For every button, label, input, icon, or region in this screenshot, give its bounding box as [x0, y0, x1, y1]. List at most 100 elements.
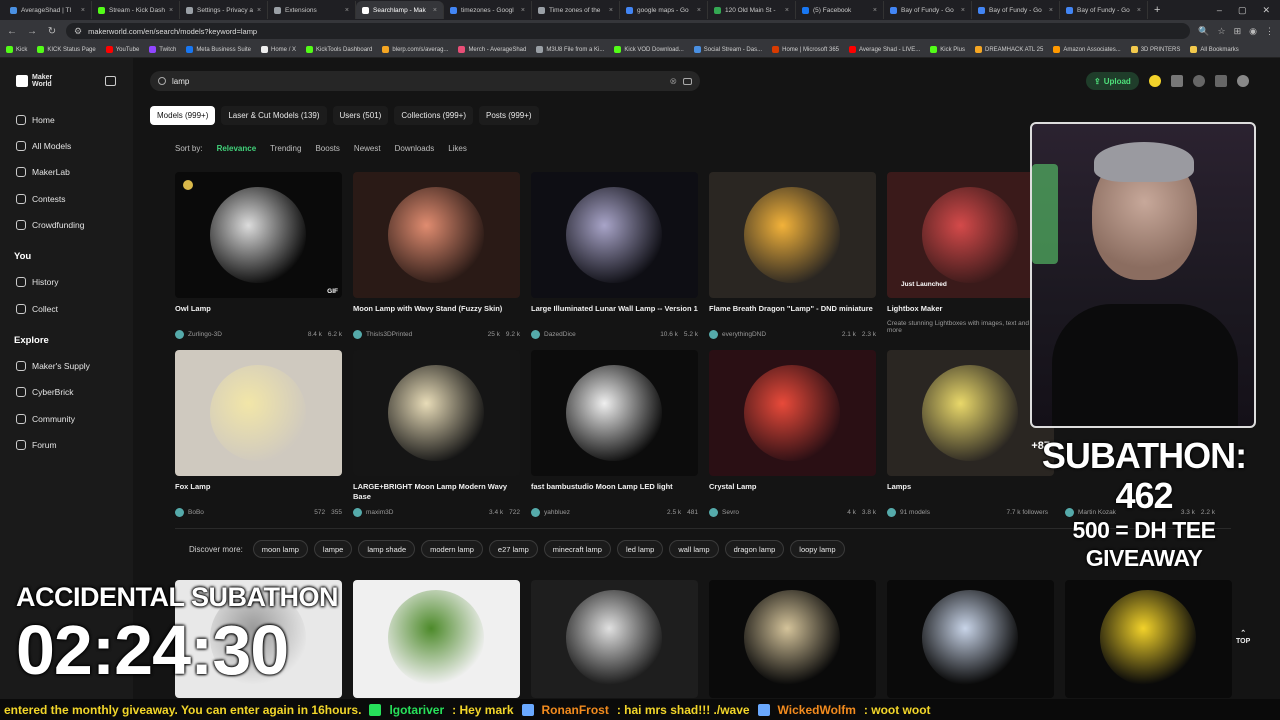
search-bar[interactable]: lamp ⊗	[150, 71, 700, 91]
close-tab-icon[interactable]: ×	[257, 7, 261, 14]
search-input[interactable]: lamp	[172, 77, 189, 86]
author-name[interactable]: Zurlingo-3D	[188, 331, 222, 338]
bookmark-item[interactable]: Merch - AverageShad	[458, 46, 526, 53]
sort-relevance[interactable]: Relevance	[217, 144, 257, 153]
points-icon[interactable]	[1148, 75, 1161, 87]
search-suggestion-chip[interactable]: led lamp	[616, 540, 664, 558]
notifications-icon[interactable]	[1214, 75, 1227, 87]
author-name[interactable]: DazedDice	[544, 331, 576, 338]
close-tab-icon[interactable]: ×	[1049, 7, 1053, 14]
model-card[interactable]: LARGE+BRIGHT Moon Lamp Modern Wavy Base m…	[353, 350, 520, 517]
model-title[interactable]: Owl Lamp	[175, 304, 342, 324]
model-title[interactable]: Crystal Lamp	[709, 482, 876, 502]
bookmark-item[interactable]: Kick VOD Download...	[614, 46, 684, 53]
model-card[interactable]: Just Launched Lightbox Maker Create stunni…	[887, 172, 1054, 334]
makerworld-logo[interactable]: Maker World	[16, 74, 52, 88]
model-card[interactable]: GIF Owl Lamp Zurlingo-3D 8.4 k 6.2 k	[175, 172, 342, 339]
model-thumbnail[interactable]	[709, 172, 876, 298]
search-suggestion-chip[interactable]: lamp shade	[358, 540, 416, 558]
author-name[interactable]: Sevro	[722, 509, 739, 516]
tab-collections[interactable]: Collections (999+)	[394, 106, 474, 125]
globe-icon[interactable]	[1192, 75, 1205, 87]
browser-tab[interactable]: Searchlamp - Mak ×	[356, 1, 444, 19]
model-card[interactable]: fast bambustudio Moon Lamp LED light yahb…	[531, 350, 698, 517]
back-icon[interactable]: ←	[6, 26, 18, 37]
sidebar-item-community[interactable]: Community	[16, 414, 75, 424]
avatar[interactable]	[1236, 75, 1249, 87]
close-tab-icon[interactable]: ×	[961, 7, 965, 14]
author-name[interactable]: Create stunning Lightboxes with images, …	[887, 320, 1044, 334]
sidebar-item-collect[interactable]: Collect	[16, 304, 58, 314]
model-thumbnail[interactable]: Just Launched	[887, 172, 1054, 298]
author-name[interactable]: BoBo	[188, 509, 204, 516]
bookmark-star-icon[interactable]: ☆	[1218, 26, 1226, 37]
sort-likes[interactable]: Likes	[448, 144, 467, 153]
minimize-icon[interactable]: –	[1217, 5, 1222, 16]
bookmark-item[interactable]: KICK Status Page	[37, 46, 96, 53]
close-tab-icon[interactable]: ×	[169, 7, 173, 14]
model-thumbnail[interactable]	[709, 580, 876, 698]
model-thumbnail[interactable]	[353, 172, 520, 298]
sidebar-item-forum[interactable]: Forum	[16, 440, 57, 450]
url-field[interactable]: ⚙ makerworld.com/en/search/models?keywor…	[66, 23, 1191, 39]
model-thumbnail[interactable]	[175, 350, 342, 476]
browser-tab[interactable]: Time zones of the ×	[532, 1, 620, 19]
model-title[interactable]: fast bambustudio Moon Lamp LED light	[531, 482, 698, 502]
clear-search-icon[interactable]: ⊗	[669, 76, 677, 87]
sidebar-item-contests[interactable]: Contests	[16, 194, 66, 204]
sidebar-item-makerlab[interactable]: MakerLab	[16, 167, 70, 177]
close-tab-icon[interactable]: ×	[785, 7, 789, 14]
author-name[interactable]: ThisIs3DPrinted	[366, 331, 412, 338]
model-thumbnail[interactable]	[531, 172, 698, 298]
tab-models[interactable]: Models (999+)	[150, 106, 216, 125]
close-tab-icon[interactable]: ×	[697, 7, 701, 14]
tab-users[interactable]: Users (501)	[332, 106, 389, 125]
browser-tab[interactable]: Settings - Privacy a ×	[180, 1, 268, 19]
model-thumbnail[interactable]	[531, 350, 698, 476]
bookmark-item[interactable]: DREAMHACK ATL 25	[974, 46, 1043, 53]
sidebar-item-all-models[interactable]: All Models	[16, 141, 71, 151]
model-thumbnail[interactable]: GIF	[175, 172, 342, 298]
bookmark-item[interactable]: All Bookmarks	[1190, 46, 1239, 53]
sort-boosts[interactable]: Boosts	[315, 144, 339, 153]
close-tab-icon[interactable]: ×	[345, 7, 349, 14]
search-suggestion-chip[interactable]: dragon lamp	[724, 540, 785, 558]
browser-tab[interactable]: AverageShad | TI ×	[4, 1, 92, 19]
model-thumbnail[interactable]	[531, 580, 698, 698]
reload-icon[interactable]: ↻	[46, 26, 58, 37]
model-thumbnail[interactable]	[887, 580, 1054, 698]
search-suggestion-chip[interactable]: lampe	[313, 540, 353, 558]
model-thumbnail[interactable]	[1065, 580, 1232, 698]
browser-tab[interactable]: (5) Facebook ×	[796, 1, 884, 19]
upload-button[interactable]: ⇪ Upload	[1086, 72, 1139, 90]
menu-icon[interactable]: ⋮	[1265, 26, 1274, 37]
close-tab-icon[interactable]: ×	[521, 7, 525, 14]
bookmark-item[interactable]: Twitch	[149, 46, 176, 53]
search-suggestion-chip[interactable]: loopy lamp	[790, 540, 845, 558]
close-tab-icon[interactable]: ×	[81, 7, 85, 14]
bookmark-item[interactable]: Social Stream - Das...	[693, 46, 762, 53]
bookmark-item[interactable]: M3U8 File from a Ki...	[536, 46, 604, 53]
model-thumbnail[interactable]	[353, 580, 520, 698]
model-thumbnail[interactable]	[709, 350, 876, 476]
sidebar-item-home[interactable]: Home	[16, 115, 55, 125]
close-tab-icon[interactable]: ×	[1137, 7, 1141, 14]
bookmark-item[interactable]: Home | Microsoft 365	[772, 46, 839, 53]
sort-downloads[interactable]: Downloads	[395, 144, 435, 153]
author-name[interactable]: yahbluez	[544, 509, 570, 516]
browser-tab[interactable]: google maps - Go ×	[620, 1, 708, 19]
back-to-top-button[interactable]: ⌃ TOP	[1236, 630, 1250, 646]
search-suggestion-chip[interactable]: wall lamp	[669, 540, 719, 558]
sort-newest[interactable]: Newest	[354, 144, 381, 153]
browser-tab[interactable]: Bay of Fundy - Go ×	[972, 1, 1060, 19]
model-card[interactable]: Moon Lamp with Wavy Stand (Fuzzy Skin) Th…	[353, 172, 520, 339]
model-card[interactable]: Large Illuminated Lunar Wall Lamp -- Ver…	[531, 172, 698, 339]
model-card[interactable]: Flame Breath Dragon "Lamp" - DND miniatu…	[709, 172, 876, 339]
browser-tab[interactable]: Bay of Fundy - Go ×	[884, 1, 972, 19]
zoom-icon[interactable]: 🔍	[1198, 26, 1209, 37]
sort-trending[interactable]: Trending	[270, 144, 301, 153]
browser-tab[interactable]: timezones - Googl ×	[444, 1, 532, 19]
close-tab-icon[interactable]: ×	[609, 7, 613, 14]
model-title[interactable]: Moon Lamp with Wavy Stand (Fuzzy Skin)	[353, 304, 520, 324]
author-name[interactable]: 91 models	[900, 509, 930, 516]
